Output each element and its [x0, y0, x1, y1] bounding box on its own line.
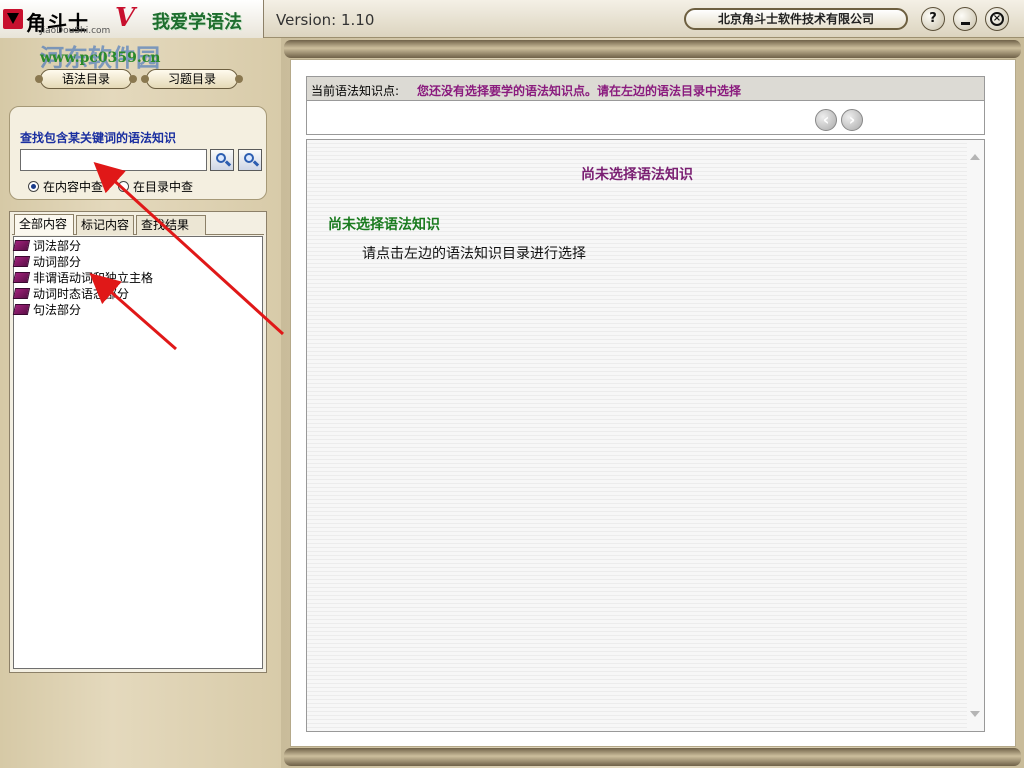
- content-frame: 当前语法知识点: 您还没有选择要学的语法知识点。请在左边的语法目录中选择 ‹ ›…: [281, 38, 1024, 768]
- help-button[interactable]: ?: [921, 7, 945, 31]
- tab-strip: 全部内容 标记内容 查找结果: [12, 214, 264, 235]
- radio-label: 在目录中查: [133, 180, 194, 194]
- grammar-catalog-button[interactable]: 语法目录: [35, 69, 137, 89]
- radio-search-content[interactable]: 在内容中查: [28, 178, 103, 195]
- content-scrollbar[interactable]: [967, 140, 984, 731]
- tree-panel: 全部内容 标记内容 查找结果 词法部分 动词部分 非谓语动词和独立主格 动词时态…: [9, 211, 267, 673]
- advanced-search-button[interactable]: [238, 149, 262, 171]
- tree-item[interactable]: 词法部分: [12, 238, 82, 254]
- company-badge: 北京角斗士软件技术有限公司: [684, 8, 908, 30]
- search-title: 查找包含某关键词的语法知识: [20, 131, 177, 145]
- book-icon: [12, 288, 31, 299]
- search-button[interactable]: [210, 149, 234, 171]
- logo-mark-icon: [3, 9, 23, 29]
- tab-marked-content[interactable]: 标记内容: [76, 215, 134, 235]
- book-icon: [12, 256, 31, 267]
- minimize-icon: [961, 22, 970, 25]
- app-subtitle: 我爱学语法: [152, 12, 242, 33]
- close-button[interactable]: ×: [985, 7, 1009, 31]
- content-body: 请点击左边的语法知识目录进行选择: [362, 246, 586, 262]
- title-bar: 角斗士 V 我爱学语法 Version: 1.10 北京角斗士软件技术有限公司 …: [0, 0, 1024, 38]
- tab-all-content[interactable]: 全部内容: [14, 214, 74, 235]
- radio-checked-icon[interactable]: [28, 181, 39, 192]
- watermark-sub: JiaoDouShi.com: [40, 26, 111, 36]
- current-topic-text: 您还没有选择要学的语法知识点。请在左边的语法目录中选择: [417, 84, 742, 98]
- content-subheading: 尚未选择语法知识: [328, 217, 440, 233]
- scroll-up-icon[interactable]: [970, 154, 980, 160]
- search-box: 查找包含某关键词的语法知识 在内容中查 在目录中查: [9, 106, 267, 200]
- tree-list: 词法部分 动词部分 非谓语动词和独立主格 动词时态语态部分 句法部分: [12, 236, 263, 669]
- tree-item-label: 词法部分: [33, 239, 82, 253]
- exercise-catalog-button[interactable]: 习题目录: [141, 69, 243, 89]
- book-icon: [12, 304, 31, 315]
- tree-item-label: 动词部分: [33, 255, 82, 269]
- radio-label: 在内容中查: [43, 180, 104, 194]
- version-label: Version: 1.10: [276, 11, 375, 29]
- logo-v-icon: V: [115, 3, 136, 33]
- book-icon: [12, 240, 31, 251]
- tree-item-label: 句法部分: [33, 303, 82, 317]
- tree-item[interactable]: 动词时态语态部分: [12, 286, 130, 302]
- tree-item-label: 动词时态语态部分: [33, 287, 130, 301]
- current-topic-bar: 当前语法知识点: 您还没有选择要学的语法知识点。请在左边的语法目录中选择: [306, 76, 985, 101]
- tree-item[interactable]: 非谓语动词和独立主格: [12, 270, 154, 286]
- book-icon: [12, 272, 31, 283]
- tree-item[interactable]: 动词部分: [12, 254, 82, 270]
- scroll-rod-bottom: [284, 748, 1021, 766]
- radio-search-catalog[interactable]: 在目录中查: [118, 178, 193, 195]
- content-area: 尚未选择语法知识 尚未选择语法知识 请点击左边的语法知识目录进行选择: [306, 139, 985, 732]
- scroll-down-icon[interactable]: [970, 711, 980, 717]
- content-heading: 尚未选择语法知识: [581, 167, 693, 183]
- tree-item[interactable]: 句法部分: [12, 302, 82, 318]
- left-panel: JiaoDouShi.com 河东软件园 www.pc0359.cn 语法目录 …: [0, 26, 281, 768]
- prev-arrow-icon[interactable]: ‹: [815, 109, 837, 131]
- tree-item-label: 非谓语动词和独立主格: [33, 271, 154, 285]
- watermark-url: www.pc0359.cn: [40, 50, 161, 66]
- minimize-button[interactable]: [953, 7, 977, 31]
- tab-search-results[interactable]: 查找结果: [136, 215, 206, 235]
- search-input[interactable]: [20, 149, 207, 171]
- close-icon: ×: [990, 12, 1004, 26]
- next-arrow-icon[interactable]: ›: [841, 109, 863, 131]
- current-topic-label: 当前语法知识点:: [311, 84, 400, 98]
- radio-unchecked-icon[interactable]: [118, 181, 129, 192]
- nav-bar: ‹ ›: [306, 101, 985, 135]
- scroll-rod-top: [284, 40, 1021, 58]
